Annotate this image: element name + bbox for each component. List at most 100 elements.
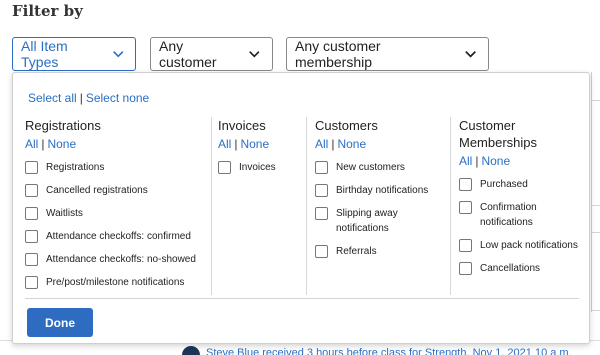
- option-label: Invoices: [239, 162, 276, 173]
- filter-option[interactable]: Confirmation notifications: [459, 200, 587, 230]
- option-checkbox[interactable]: [25, 184, 38, 197]
- background-page-edge: [591, 72, 600, 312]
- column-divider: [450, 117, 451, 295]
- column-customer-memberships: Customer Memberships All | None Purchased Con…: [459, 117, 587, 284]
- avatar: [182, 346, 200, 355]
- select-controls: Select all | Select none: [28, 91, 149, 105]
- option-checkbox[interactable]: [459, 178, 472, 191]
- filter-option[interactable]: Birthday notifications: [315, 183, 447, 198]
- item-types-dropdown[interactable]: All Item Types: [12, 37, 136, 71]
- option-checkbox[interactable]: [459, 239, 472, 252]
- column-all-link[interactable]: All: [459, 154, 472, 168]
- option-checkbox[interactable]: [25, 161, 38, 174]
- select-all-link[interactable]: Select all: [28, 91, 77, 105]
- column-select-links: All | None: [459, 153, 587, 169]
- background-divider: [592, 100, 600, 101]
- option-label: Low pack notifications: [480, 240, 578, 251]
- option-label: Pre/post/milestone notifications: [46, 277, 185, 288]
- option-label: Attendance checkoffs: no-showed: [46, 254, 196, 265]
- filter-option[interactable]: Slipping away notifications: [315, 206, 447, 236]
- option-checkbox[interactable]: [25, 276, 38, 289]
- chevron-down-icon: [249, 51, 260, 58]
- item-types-dropdown-label: All Item Types: [21, 38, 68, 70]
- column-none-link[interactable]: None: [337, 137, 366, 151]
- column-all-link[interactable]: All: [25, 137, 38, 151]
- option-list: Invoices: [218, 160, 303, 175]
- option-label: Confirmation notifications: [480, 202, 537, 228]
- option-checkbox[interactable]: [315, 184, 328, 197]
- option-checkbox[interactable]: [315, 161, 328, 174]
- option-checkbox[interactable]: [315, 245, 328, 258]
- filter-option[interactable]: Attendance checkoffs: no-showed: [25, 252, 205, 267]
- column-select-links: All | None: [315, 136, 447, 152]
- membership-dropdown[interactable]: Any customer membership: [286, 37, 489, 71]
- option-label: Attendance checkoffs: confirmed: [46, 231, 191, 242]
- column-heading: Customers: [315, 118, 378, 133]
- activity-text[interactable]: Steve Blue received 3 hours before class…: [206, 347, 572, 355]
- option-label: Birthday notifications: [336, 185, 429, 196]
- option-label: New customers: [336, 162, 405, 173]
- select-none-link[interactable]: Select none: [86, 91, 149, 105]
- filter-option[interactable]: Low pack notifications: [459, 238, 587, 253]
- filter-option[interactable]: Referrals: [315, 244, 447, 259]
- filter-option[interactable]: Invoices: [218, 160, 303, 175]
- option-checkbox[interactable]: [459, 262, 472, 275]
- filter-option[interactable]: Pre/post/milestone notifications: [25, 275, 205, 290]
- column-all-link[interactable]: All: [315, 137, 328, 151]
- filter-option[interactable]: New customers: [315, 160, 447, 175]
- link-separator: |: [41, 137, 45, 151]
- column-all-link[interactable]: All: [218, 137, 231, 151]
- filter-option[interactable]: Purchased: [459, 177, 587, 192]
- option-label: Referrals: [336, 246, 377, 257]
- option-label: Registrations: [46, 162, 105, 173]
- membership-dropdown-label: Any customer membership: [295, 38, 381, 70]
- option-label: Purchased: [480, 179, 528, 190]
- filter-option[interactable]: Attendance checkoffs: confirmed: [25, 229, 205, 244]
- background-divider: [592, 205, 600, 206]
- option-label: Cancelled registrations: [46, 185, 148, 196]
- customer-dropdown[interactable]: Any customer: [150, 37, 273, 71]
- column-none-link[interactable]: None: [240, 137, 269, 151]
- option-checkbox[interactable]: [459, 201, 472, 214]
- column-select-links: All | None: [25, 136, 205, 152]
- option-label: Cancellations: [480, 263, 541, 274]
- column-none-link[interactable]: None: [47, 137, 76, 151]
- link-separator: |: [475, 154, 479, 168]
- column-customers: Customers All | None New customers Birthday n…: [315, 117, 447, 267]
- link-separator: |: [331, 137, 335, 151]
- option-label: Waitlists: [46, 208, 83, 219]
- option-checkbox[interactable]: [25, 230, 38, 243]
- chevron-down-icon: [465, 51, 476, 58]
- column-heading: Customer Memberships: [459, 118, 538, 150]
- column-registrations: Registrations All | None Registrations Cancel…: [25, 117, 205, 298]
- option-checkbox[interactable]: [218, 161, 231, 174]
- column-heading: Registrations: [25, 118, 101, 133]
- link-separator: |: [234, 137, 238, 151]
- background-divider: [592, 310, 600, 311]
- chevron-down-icon: [112, 51, 123, 58]
- filter-title: Filter by: [12, 2, 83, 20]
- filter-option[interactable]: Cancelled registrations: [25, 183, 205, 198]
- option-checkbox[interactable]: [25, 253, 38, 266]
- filter-option[interactable]: Waitlists: [25, 206, 205, 221]
- customer-dropdown-label: Any customer: [159, 38, 217, 70]
- option-label: Slipping away notifications: [336, 208, 398, 234]
- column-invoices: Invoices All | None Invoices: [218, 117, 303, 183]
- option-checkbox[interactable]: [25, 207, 38, 220]
- item-types-panel: Select all | Select none Registrations All |…: [12, 72, 590, 344]
- column-heading: Invoices: [218, 118, 266, 133]
- column-select-links: All | None: [218, 136, 303, 152]
- column-none-link[interactable]: None: [481, 154, 510, 168]
- option-checkbox[interactable]: [315, 207, 328, 220]
- panel-divider: [25, 298, 579, 299]
- column-divider: [211, 117, 212, 295]
- filter-option[interactable]: Registrations: [25, 160, 205, 175]
- option-list: Purchased Confirmation notifications Low p…: [459, 177, 587, 276]
- option-list: Registrations Cancelled registrations Wait…: [25, 160, 205, 290]
- column-divider: [306, 117, 307, 295]
- option-list: New customers Birthday notifications Slipp…: [315, 160, 447, 259]
- background-divider: [592, 232, 600, 233]
- filter-option[interactable]: Cancellations: [459, 261, 587, 276]
- done-button[interactable]: Done: [27, 308, 93, 337]
- select-separator: |: [79, 91, 83, 105]
